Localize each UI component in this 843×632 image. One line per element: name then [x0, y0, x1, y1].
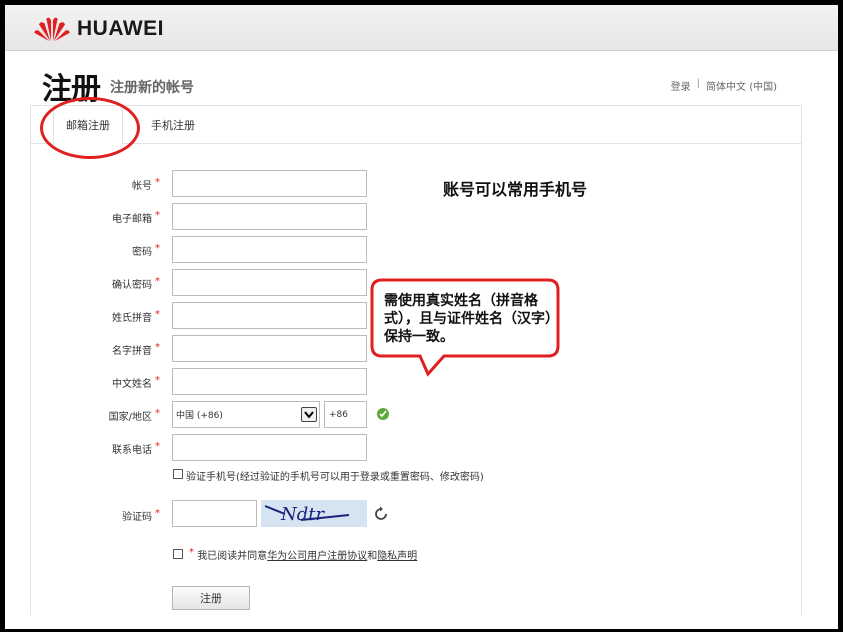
chinese-name-input[interactable]	[172, 368, 367, 395]
header-bar: HUAWEI	[5, 5, 838, 51]
surname-pinyin-label: 姓氏拼音	[112, 313, 152, 324]
annotation-account-note: 账号可以常用手机号	[443, 180, 588, 199]
brand-name: HUAWEI	[77, 17, 164, 40]
verify-phone-label: 验证手机号(经过验证的手机号可以用于登录或重置密码、修改密码)	[186, 472, 484, 483]
captcha-input[interactable]	[172, 500, 257, 527]
country-select[interactable]: 中国 (+86)	[172, 401, 320, 428]
captcha-text: Ndtr	[280, 504, 326, 525]
tab-bar: 邮箱注册 手机注册	[31, 106, 801, 145]
country-label: 国家/地区	[108, 412, 152, 423]
password-label: 密码	[132, 247, 152, 258]
privacy-statement-link[interactable]: 隐私声明	[377, 551, 417, 562]
captcha-image[interactable]: Ndtr	[261, 500, 367, 527]
huawei-flower-icon	[34, 17, 70, 42]
captcha-label: 验证码	[122, 512, 152, 523]
required-mark: *	[155, 210, 160, 221]
phone-input[interactable]	[172, 434, 367, 461]
given-name-pinyin-label: 名字拼音	[112, 346, 152, 357]
required-mark: *	[155, 177, 160, 188]
agree-statement: * 我已阅读并同意华为公司用户注册协议和隐私声明	[186, 547, 417, 562]
required-mark: *	[155, 375, 160, 386]
page-subtitle: 注册新的帐号	[110, 80, 194, 96]
agree-checkbox[interactable]	[173, 549, 183, 559]
password-input[interactable]	[172, 236, 367, 263]
annotation-circle	[40, 97, 140, 159]
required-mark: *	[155, 508, 160, 519]
user-agreement-link[interactable]: 华为公司用户注册协议	[267, 551, 367, 562]
login-link[interactable]: 登录	[671, 78, 691, 93]
annotation-name-note: 需使用真实姓名（拼音格式），且与证件姓名（汉字）保持一致。	[384, 293, 552, 345]
link-separator: |	[696, 78, 701, 89]
required-mark: *	[189, 547, 194, 558]
chevron-down-icon[interactable]	[301, 407, 317, 422]
chinese-name-label: 中文姓名	[112, 379, 152, 390]
huawei-logo[interactable]: HUAWEI	[33, 15, 164, 43]
country-code-field: +86	[324, 401, 367, 428]
country-selected-value: 中国 (+86)	[176, 411, 223, 421]
required-mark: *	[155, 243, 160, 254]
email-input[interactable]	[172, 203, 367, 230]
confirm-password-label: 确认密码	[112, 280, 152, 291]
check-icon	[377, 408, 389, 420]
tab-phone-register[interactable]: 手机注册	[139, 106, 207, 144]
email-label: 电子邮箱	[112, 214, 152, 225]
language-selector[interactable]: 简体中文 (中国)	[706, 78, 777, 93]
verify-phone-checkbox[interactable]	[173, 469, 183, 479]
agree-conjunction: 和	[367, 551, 378, 562]
refresh-icon[interactable]	[373, 506, 389, 522]
surname-pinyin-input[interactable]	[172, 302, 367, 329]
account-label: 帐号	[132, 181, 152, 192]
required-mark: *	[155, 408, 160, 419]
agree-prefix: 我已阅读并同意	[197, 551, 268, 562]
account-input[interactable]	[172, 170, 367, 197]
confirm-password-input[interactable]	[172, 269, 367, 296]
register-button[interactable]: 注册	[172, 586, 250, 610]
phone-label: 联系电话	[112, 445, 152, 456]
top-links: 登录 | 简体中文 (中国)	[671, 78, 777, 93]
required-mark: *	[155, 441, 160, 452]
given-name-pinyin-input[interactable]	[172, 335, 367, 362]
required-mark: *	[155, 276, 160, 287]
required-mark: *	[155, 309, 160, 320]
required-mark: *	[155, 342, 160, 353]
